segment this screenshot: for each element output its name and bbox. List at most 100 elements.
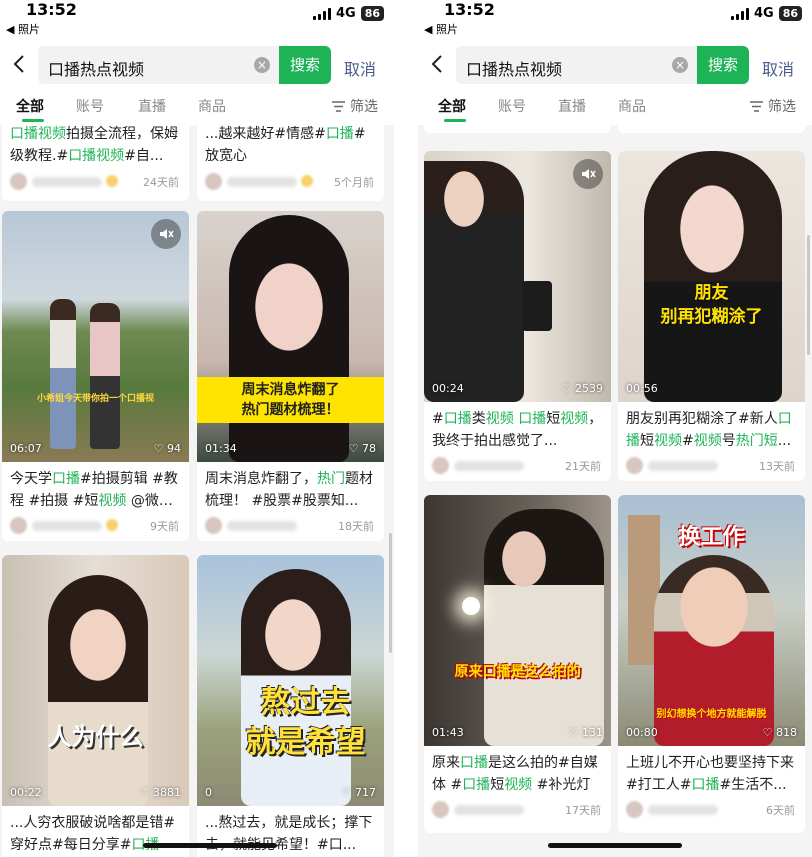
avatar [205, 517, 222, 534]
card-time: 18天前 [338, 520, 374, 533]
like-count: ♡ 131 [568, 726, 603, 739]
video-duration: 00:56 [626, 382, 658, 395]
card-meta: 5个月前 [205, 173, 374, 191]
video-overlay-text: 人为什么 [47, 723, 144, 751]
result-card[interactable]: 00:24 ♡ 2539 #口播类视频 口播短视频，我终于拍出感觉了... 21… [424, 151, 611, 481]
card-time: 5个月前 [334, 176, 374, 189]
video-thumbnail[interactable]: 朋友 别再犯糊涂了 00:56 [618, 151, 805, 402]
results-feed[interactable]: 00:24 ♡ 2539 #口播类视频 口播短视频，我终于拍出感觉了... 21… [418, 125, 812, 857]
battery-icon: 86 [360, 6, 384, 21]
card-caption: ...越来越好#情感#口播#放宽心 [205, 126, 366, 164]
clear-icon[interactable]: × [672, 57, 688, 73]
status-bar: 13:52 ◀ 照片 4G 86 [0, 0, 394, 36]
status-time: 13:52 [444, 0, 495, 19]
filter-icon [332, 100, 345, 112]
battery-icon: 86 [778, 6, 802, 21]
like-count: ♡ 717 [341, 786, 376, 799]
video-thumbnail[interactable]: 小希姐今天带你拍一个口播视 06:07 ♡ 94 [2, 211, 189, 462]
search-input[interactable]: 口播热点视频 × [456, 46, 697, 84]
card-meta: 21天前 [432, 457, 601, 475]
video-overlay-text: 原来口播是这么拍的 [454, 664, 581, 680]
tab-accounts[interactable]: 账号 [76, 96, 104, 116]
card-time: 17天前 [565, 804, 601, 817]
video-overlay-text: 朋友 别再犯糊涂了 [660, 283, 763, 327]
card-meta: 24天前 [10, 173, 179, 191]
card-caption: 今天学口播#拍摄剪辑 #教程 #拍摄 #短视频 @微信... [10, 471, 178, 509]
card-time: 6天前 [766, 804, 795, 817]
scrollbar[interactable] [389, 533, 392, 653]
cancel-button[interactable]: 取消 [344, 56, 376, 80]
video-thumbnail[interactable]: 周末消息炸翻了 热门题材梳理！ 01:34 ♡ 78 [197, 211, 384, 462]
result-card[interactable]: 换工作 别幻想换个地方就能解脱 00:80 ♡ 818 上班儿不开心也要坚持下来… [618, 495, 805, 833]
video-thumbnail[interactable]: 00:24 ♡ 2539 [424, 151, 611, 402]
card-meta: 9天前 [10, 517, 179, 535]
signal-icon [312, 7, 331, 20]
video-duration: 00:24 [432, 382, 464, 395]
video-thumbnail[interactable]: 熬过去 就是希望 0 ♡ 717 [197, 555, 384, 806]
card-meta: 18天前 [205, 517, 374, 535]
tab-products[interactable]: 商品 [198, 96, 226, 116]
back-to-app[interactable]: ◀ 照片 [6, 21, 40, 37]
search-query: 口播热点视频 [48, 60, 145, 79]
results-feed[interactable]: 口播视频拍摄全流程，保姆级教程.#口播视频#自... 24天前 ...越来越好#… [0, 125, 394, 857]
filter-tabs: 全部 账号 直播 商品 筛选 [418, 93, 812, 123]
back-button[interactable] [8, 52, 30, 76]
tab-products[interactable]: 商品 [618, 96, 646, 116]
filter-button[interactable]: 筛选 [750, 96, 796, 116]
card-caption: ...熬过去，就是成长；撑下去，就能见希望！#口... [205, 815, 373, 853]
card-caption: 朋友别再犯糊涂了#新人口播短视频#视频号热门短... [626, 411, 792, 449]
video-duration: 06:07 [10, 442, 42, 455]
card-meta: 13天前 [626, 457, 795, 475]
card-time: 13天前 [759, 460, 795, 473]
video-duration: 01:43 [432, 726, 464, 739]
card-caption: 原来口播是这么拍的#自媒体 #口播短视频 #补光灯 [432, 755, 598, 793]
search-button[interactable]: 搜索 [279, 46, 331, 84]
search-input[interactable]: 口播热点视频 × [38, 46, 279, 84]
clear-icon[interactable]: × [254, 57, 270, 73]
network-label: 4G [335, 6, 356, 21]
video-duration: 01:34 [205, 442, 237, 455]
active-tab-indicator [444, 119, 466, 122]
tab-all[interactable]: 全部 [438, 96, 466, 116]
cancel-button[interactable]: 取消 [762, 56, 794, 80]
search-row: 口播热点视频 × 搜索 取消 [418, 44, 812, 86]
video-thumbnail[interactable]: 换工作 别幻想换个地方就能解脱 00:80 ♡ 818 [618, 495, 805, 746]
video-thumbnail[interactable]: 原来口播是这么拍的 01:43 ♡ 131 [424, 495, 611, 746]
result-card[interactable]: 周末消息炸翻了 热门题材梳理！ 01:34 ♡ 78 周末消息炸翻了，热门题材梳… [197, 211, 384, 541]
result-card[interactable]: 小希姐今天带你拍一个口播视 06:07 ♡ 94 今天学口播#拍摄剪辑 #教程 … [2, 211, 189, 541]
video-duration: 00:22 [10, 786, 42, 799]
tab-accounts[interactable]: 账号 [498, 96, 526, 116]
back-button[interactable] [426, 52, 448, 76]
card-meta: 6天前 [626, 801, 795, 819]
like-count: ♡ 3881 [139, 786, 181, 799]
tab-live[interactable]: 直播 [138, 96, 166, 116]
video-thumbnail[interactable]: 人为什么 00:22 ♡ 3881 [2, 555, 189, 806]
home-indicator [143, 843, 277, 848]
result-card[interactable]: 原来口播是这么拍的 01:43 ♡ 131 原来口播是这么拍的#自媒体 #口播短… [424, 495, 611, 833]
left-screen: 口播视频拍摄全流程，保姆级教程.#口播视频#自... 24天前 ...越来越好#… [0, 0, 394, 857]
search-button[interactable]: 搜索 [697, 46, 749, 84]
avatar [10, 517, 27, 534]
tab-all[interactable]: 全部 [16, 96, 44, 116]
scrollbar[interactable] [807, 235, 810, 355]
result-card[interactable]: ...越来越好#情感#口播#放宽心 5个月前 [197, 125, 384, 201]
card-time: 24天前 [143, 176, 179, 189]
back-to-app[interactable]: ◀ 照片 [424, 21, 458, 37]
result-card[interactable]: 熬过去 就是希望 0 ♡ 717 ...熬过去，就是成长；撑下去，就能见希望！#… [197, 555, 384, 857]
network-label: 4G [753, 6, 774, 21]
mute-icon[interactable] [573, 159, 603, 189]
tab-live[interactable]: 直播 [558, 96, 586, 116]
result-card[interactable]: 人为什么 00:22 ♡ 3881 ...人穷衣服破说啥都是错#穿好点#每日分享… [2, 555, 189, 857]
filter-tabs: 全部 账号 直播 商品 筛选 [0, 93, 394, 123]
filter-icon [750, 100, 763, 112]
like-count: ♡ 2539 [561, 382, 603, 395]
filter-button[interactable]: 筛选 [332, 96, 378, 116]
avatar [10, 173, 27, 190]
result-card[interactable]: 朋友 别再犯糊涂了 00:56 朋友别再犯糊涂了#新人口播短视频#视频号热门短.… [618, 151, 805, 481]
card-time: 21天前 [565, 460, 601, 473]
search-query: 口播热点视频 [466, 60, 563, 79]
card-caption: 口播视频拍摄全流程，保姆级教程.#口播视频#自... [10, 126, 178, 164]
mute-icon[interactable] [151, 219, 181, 249]
video-overlay-text: 周末消息炸翻了 热门题材梳理！ [197, 377, 384, 423]
result-card[interactable]: 口播视频拍摄全流程，保姆级教程.#口播视频#自... 24天前 [2, 125, 189, 201]
